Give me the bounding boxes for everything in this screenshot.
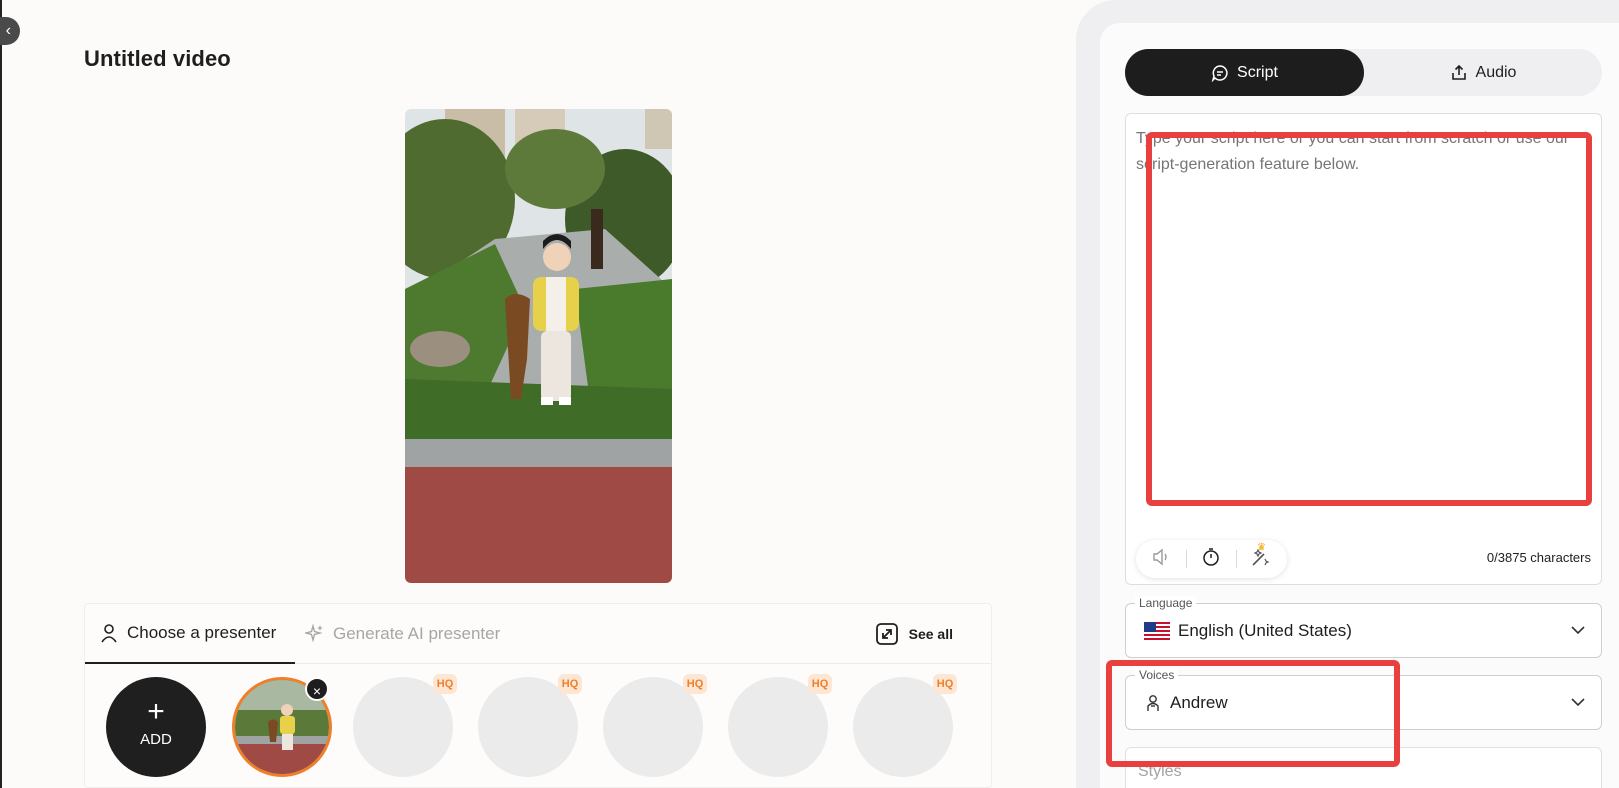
tab-generate-ai-presenter-label: Generate AI presenter xyxy=(333,624,501,643)
hq-badge: HQ xyxy=(683,674,707,694)
person-icon xyxy=(99,623,119,643)
page-title[interactable]: Untitled video xyxy=(84,46,231,72)
language-value-wrap: English (United States) xyxy=(1144,604,1352,657)
script-input[interactable] xyxy=(1136,126,1586,506)
hq-badge: HQ xyxy=(558,674,582,694)
tab-script[interactable]: Script xyxy=(1125,49,1364,96)
see-all-button[interactable]: See all xyxy=(875,604,953,664)
pause-timer-button[interactable] xyxy=(1186,540,1236,578)
voices-value-wrap: Andrew xyxy=(1144,676,1228,729)
add-presenter-button[interactable]: + ADD xyxy=(106,677,206,777)
chevron-down-icon xyxy=(1569,621,1587,639)
language-select[interactable]: Language English (United States) xyxy=(1125,596,1602,658)
tab-audio-label: Audio xyxy=(1475,63,1517,81)
script-toolbar: ♛ xyxy=(1136,540,1287,578)
tab-audio[interactable]: Audio xyxy=(1364,49,1602,96)
voices-select[interactable]: Voices Andrew xyxy=(1125,668,1602,730)
sparkle-icon xyxy=(305,624,325,644)
tab-generate-ai-presenter[interactable]: Generate AI presenter xyxy=(305,604,500,664)
voice-preview-button[interactable] xyxy=(1136,540,1186,578)
see-all-label: See all xyxy=(908,626,953,642)
styles-select[interactable]: Styles xyxy=(1125,747,1602,788)
voice-person-icon xyxy=(1144,694,1162,712)
collapse-sidebar-button[interactable]: ‹ xyxy=(0,17,20,45)
presenter-panel: Choose a presenter Generate AI presenter… xyxy=(84,603,992,788)
chevron-down-icon xyxy=(1569,693,1587,711)
video-preview-image xyxy=(405,109,672,583)
hq-badge: HQ xyxy=(808,674,832,694)
crown-icon: ♛ xyxy=(1257,542,1266,553)
ai-script-button[interactable]: ♛ xyxy=(1236,540,1286,578)
hq-badge: HQ xyxy=(433,674,457,694)
add-presenter-label: ADD xyxy=(140,731,172,748)
hq-badge: HQ xyxy=(933,674,957,694)
tab-choose-presenter[interactable]: Choose a presenter xyxy=(85,604,295,664)
speaker-icon xyxy=(1151,547,1171,572)
expand-icon xyxy=(875,622,899,646)
language-value: English (United States) xyxy=(1178,620,1352,640)
remove-presenter-button[interactable]: × xyxy=(305,677,329,701)
tab-choose-presenter-label: Choose a presenter xyxy=(127,623,277,642)
presenter-tabs: Choose a presenter Generate AI presenter… xyxy=(85,604,991,664)
voices-value: Andrew xyxy=(1170,692,1228,712)
left-edge-border xyxy=(0,0,2,788)
chat-bubble-icon xyxy=(1211,64,1229,82)
plus-icon: + xyxy=(147,695,165,728)
timer-icon xyxy=(1201,547,1221,572)
tab-script-label: Script xyxy=(1237,63,1278,81)
script-audio-tabs: Script Audio xyxy=(1125,49,1602,96)
styles-placeholder: Styles xyxy=(1138,763,1182,780)
presenter-avatar-row: + ADD × HQ HQ HQ HQ HQ xyxy=(85,674,991,779)
upload-icon xyxy=(1450,64,1468,82)
us-flag-icon xyxy=(1144,621,1170,640)
character-count: 0/3875 characters xyxy=(1486,550,1591,565)
chevron-left-icon: ‹ xyxy=(5,22,11,39)
script-editor: ♛ 0/3875 characters xyxy=(1125,113,1602,585)
